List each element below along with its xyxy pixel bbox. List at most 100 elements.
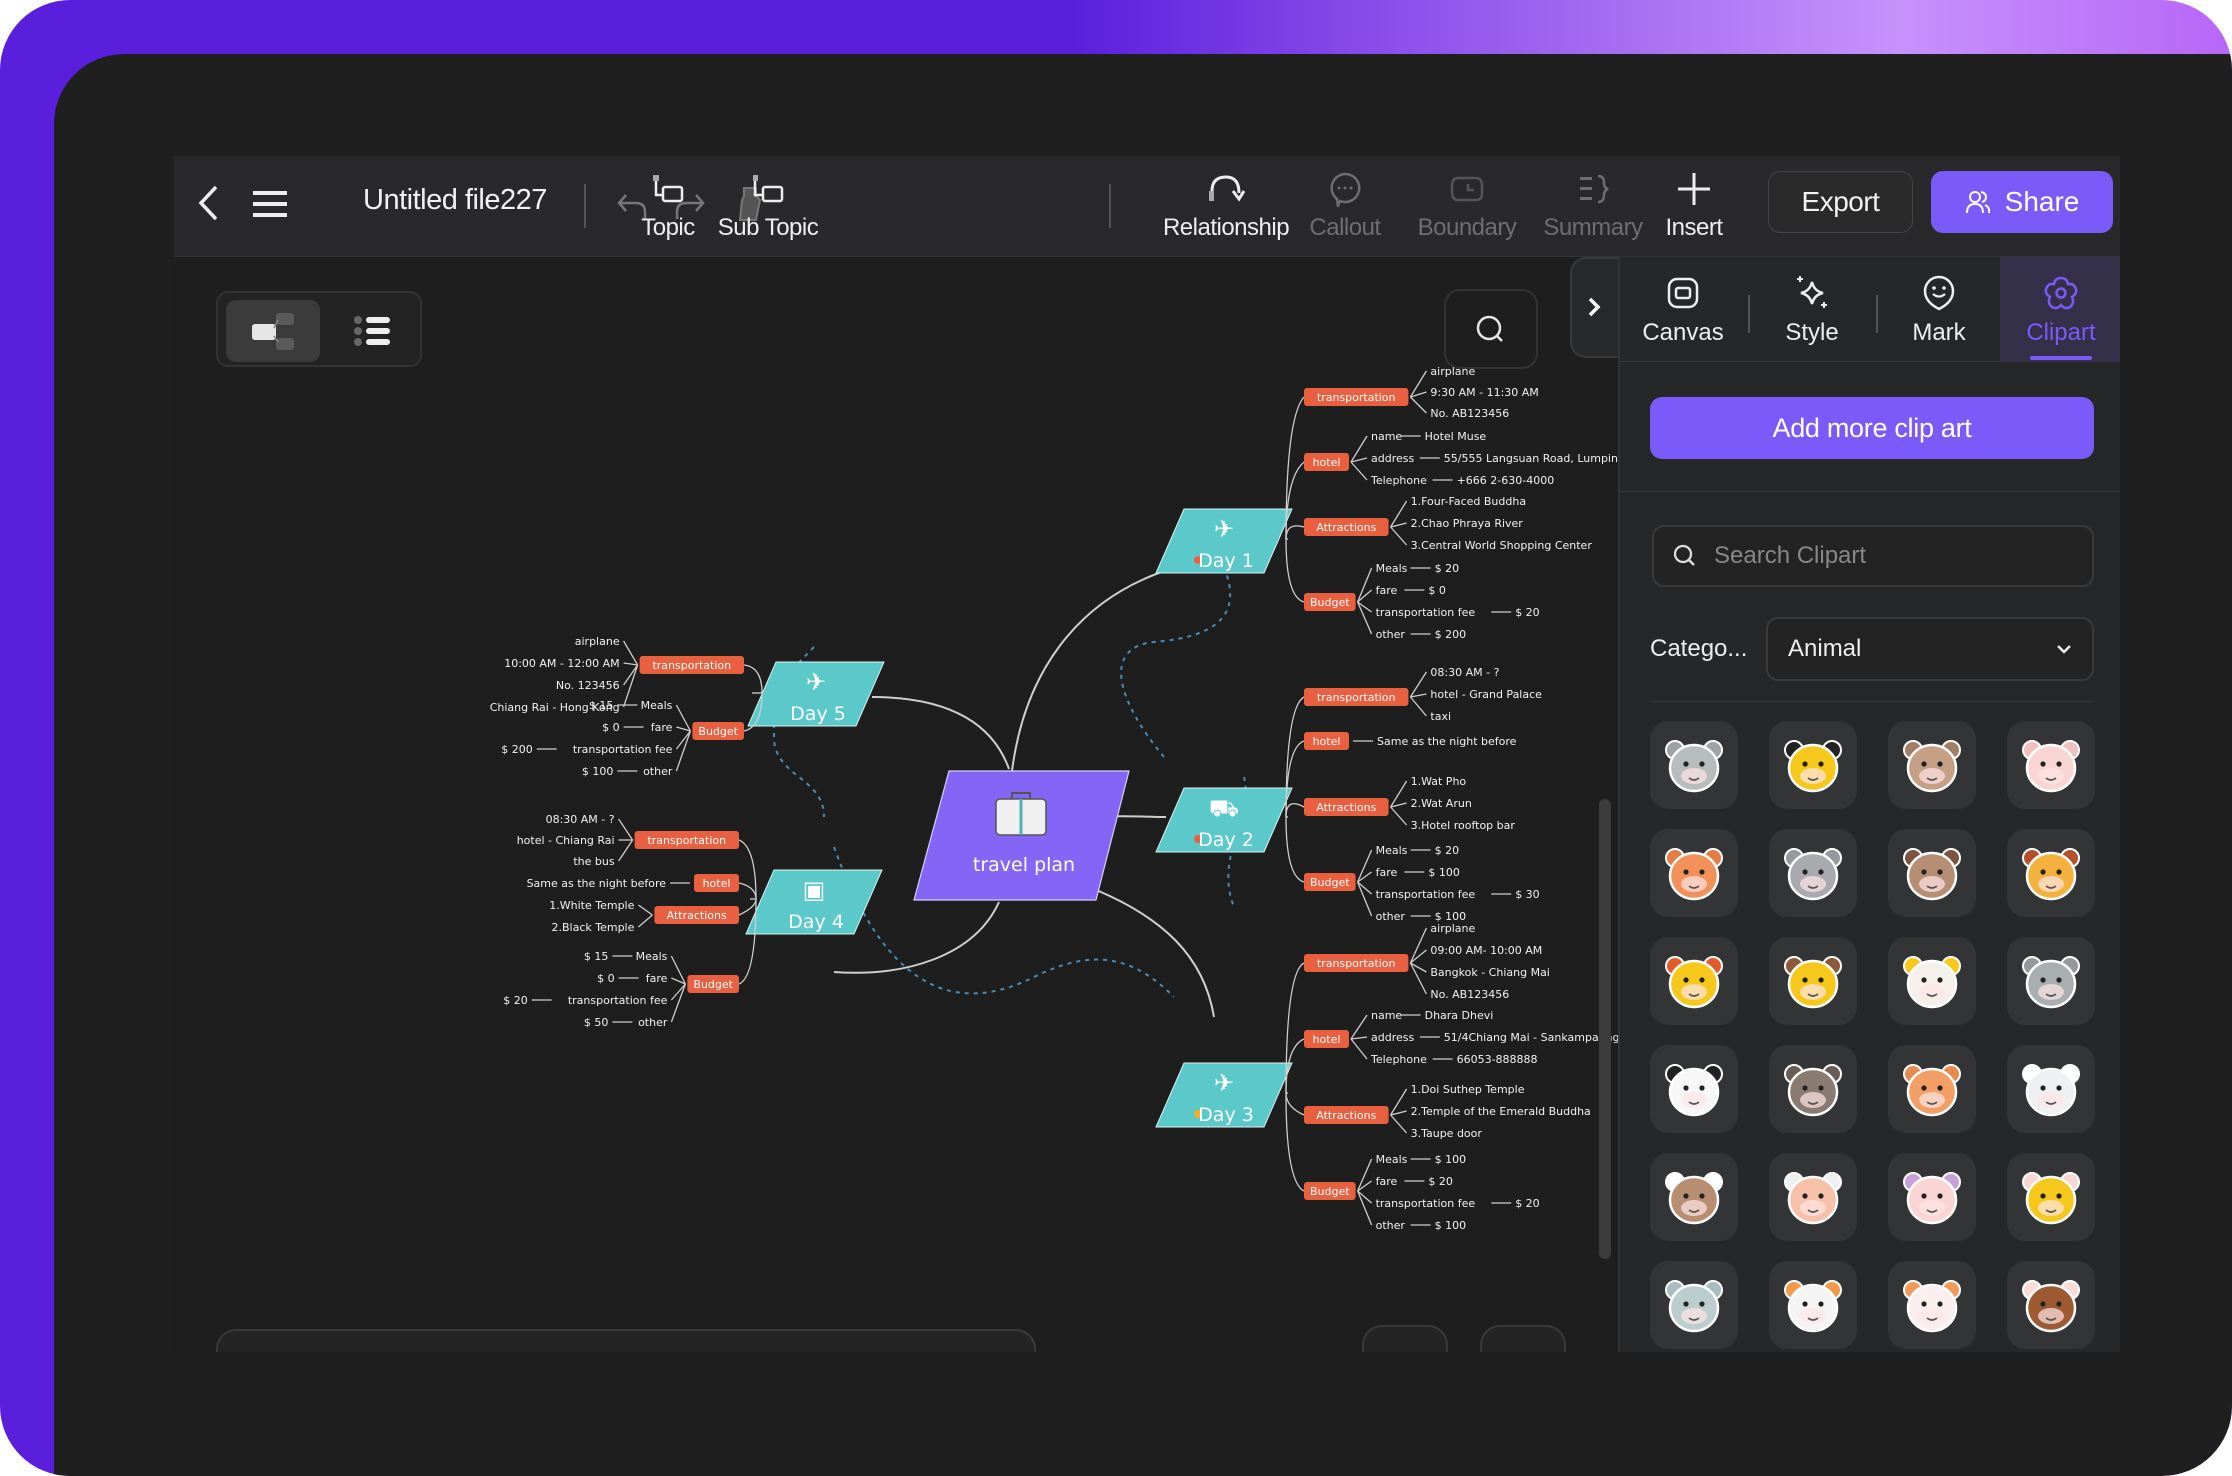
mindmap-canvas[interactable]: travel plan ✈ Day 1 transportation airplane 9…	[174, 257, 1620, 1352]
day3-budget-key: transportation fee	[1376, 1197, 1476, 1210]
tab-mark[interactable]: Mark	[1878, 257, 2000, 362]
day3-transportation-item: airplane	[1430, 922, 1475, 935]
tiger-clipart-icon	[1665, 848, 1723, 901]
tool-summary[interactable]: Summary	[1528, 170, 1658, 242]
category-select[interactable]: Animal	[1766, 617, 2094, 681]
clipart-item-koala[interactable]	[1650, 1261, 1738, 1349]
clipart-item-cow[interactable]	[1888, 721, 1976, 809]
day3-hotel-key: address	[1371, 1031, 1414, 1044]
connector	[618, 839, 634, 862]
day3-budget-key: fare	[1376, 1175, 1398, 1188]
tool-callout[interactable]: Callout	[1290, 170, 1400, 242]
day4-attractions-tag-label: Attractions	[667, 909, 727, 922]
clipart-item-mouse[interactable]	[1769, 829, 1857, 917]
boundary-icon	[1450, 176, 1484, 202]
connector	[637, 914, 653, 928]
clipart-item-dog[interactable]	[1888, 1045, 1976, 1133]
clipart-item-pig[interactable]	[1888, 1153, 1976, 1241]
day3-budget-key: Meals	[1376, 1153, 1408, 1166]
day1-budget-value: $ 20	[1515, 606, 1540, 619]
panel-divider	[1620, 491, 2120, 492]
day4-hotel-tag-label: hotel	[703, 877, 731, 890]
day4-budget-value: $ 20	[503, 994, 528, 1007]
day1-budget-key: Meals	[1376, 562, 1408, 575]
clipart-item-cat[interactable]	[1769, 1261, 1857, 1349]
file-title[interactable]: Untitled file227	[363, 184, 547, 217]
connector	[670, 983, 687, 1023]
clipart-item-chicken[interactable]	[2007, 829, 2095, 917]
clipart-item-hippo[interactable]	[1650, 721, 1738, 809]
bottom-toolbar	[216, 1329, 1036, 1352]
tool-boundary-label: Boundary	[1417, 214, 1517, 241]
tool-insert[interactable]: Insert	[1644, 170, 1744, 242]
tool-boundary[interactable]: Boundary	[1402, 170, 1532, 242]
day5-transportation-item: 10:00 AM - 12:00 AM	[504, 657, 619, 670]
back-button[interactable]	[188, 178, 228, 228]
connector	[623, 664, 639, 686]
clipart-item-hedgehog[interactable]	[1769, 1153, 1857, 1241]
export-button[interactable]: Export	[1768, 171, 1913, 233]
day4-transportation-item: hotel - Chiang Rai	[517, 834, 615, 847]
root-node-label: travel plan	[973, 854, 1075, 876]
clipart-item-owl[interactable]	[1650, 1153, 1738, 1241]
clipart-item-lion[interactable]	[1888, 937, 1976, 1025]
connector	[1409, 696, 1427, 717]
search-icon	[1673, 544, 1695, 566]
deer-clipart-icon	[1784, 956, 1842, 1009]
canvas-icon	[1667, 277, 1699, 308]
toolbar-divider	[1109, 184, 1111, 228]
clipart-item-horse[interactable]	[1888, 829, 1976, 917]
tool-subtopic[interactable]: Sub Topic	[678, 170, 858, 242]
clipart-item-monkey[interactable]	[2007, 1261, 2095, 1349]
day4-budget-key: fare	[646, 972, 668, 985]
clipart-item-elephant[interactable]	[2007, 937, 2095, 1025]
callout-icon	[1330, 172, 1361, 207]
clipart-item-giraffe[interactable]	[2007, 1153, 2095, 1241]
clipart-item-panda[interactable]	[1650, 1045, 1738, 1133]
clipart-search-input[interactable]	[1714, 542, 2074, 570]
active-tab-indicator	[2030, 356, 2092, 360]
tool-relationship[interactable]: Relationship	[1136, 170, 1316, 242]
tab-mark-label: Mark	[1912, 318, 1966, 346]
branch-root-day1	[1011, 566, 1178, 772]
bee-clipart-icon	[1784, 740, 1842, 793]
day2-attraction-item: 3.Hotel rooftop bar	[1411, 819, 1516, 832]
category-value: Animal	[1788, 635, 1862, 662]
clipart-item-sheep[interactable]	[2007, 1045, 2095, 1133]
day5-budget-value: $ 15	[589, 699, 614, 712]
tab-canvas[interactable]: Canvas	[1620, 257, 1746, 362]
day4-attraction-item: 1.White Temple	[549, 899, 634, 912]
day1-budget-key: fare	[1376, 584, 1398, 597]
day2-node-label: Day 2	[1198, 829, 1254, 851]
canvas-vertical-scrollbar[interactable]	[1599, 799, 1611, 1259]
clipart-item-rabbit[interactable]	[2007, 721, 2095, 809]
clipart-item-fox[interactable]	[1888, 1261, 1976, 1349]
tab-style[interactable]: Style	[1750, 257, 1874, 362]
add-more-clipart-button[interactable]: Add more clip art	[1650, 397, 2094, 459]
theme-button[interactable]	[1362, 1325, 1448, 1352]
menu-button[interactable]	[248, 182, 292, 226]
elephant-clipart-icon	[2022, 956, 2080, 1009]
tool-summary-label: Summary	[1543, 214, 1643, 241]
clipart-item-bee[interactable]	[1769, 721, 1857, 809]
clipart-item-tiger[interactable]	[1650, 829, 1738, 917]
clipart-item-duck[interactable]	[1650, 937, 1738, 1025]
tool-subtopic-label: Sub Topic	[717, 214, 819, 241]
dog-clipart-icon	[1903, 1064, 1961, 1117]
clipart-item-bear[interactable]	[1769, 1045, 1857, 1133]
tool-relationship-label: Relationship	[1162, 214, 1290, 241]
tab-clipart[interactable]: Clipart	[2000, 257, 2120, 362]
day4-budget-key: Meals	[636, 950, 668, 963]
day1-hotel-value: Hotel Muse	[1425, 430, 1487, 443]
day1-budget-tag-label: Budget	[1310, 596, 1350, 609]
day1-budget-key: transportation fee	[1376, 606, 1476, 619]
share-button[interactable]: Share	[1931, 171, 2113, 233]
present-button[interactable]	[1480, 1325, 1566, 1352]
day2-budget-key: Meals	[1376, 844, 1408, 857]
clipart-item-deer[interactable]	[1769, 937, 1857, 1025]
connector	[1285, 1092, 1305, 1116]
connector	[738, 898, 757, 985]
day3-attraction-item: 3.Taupe door	[1411, 1127, 1483, 1140]
day3-budget-key: other	[1376, 1219, 1406, 1232]
connector	[1285, 1092, 1305, 1192]
